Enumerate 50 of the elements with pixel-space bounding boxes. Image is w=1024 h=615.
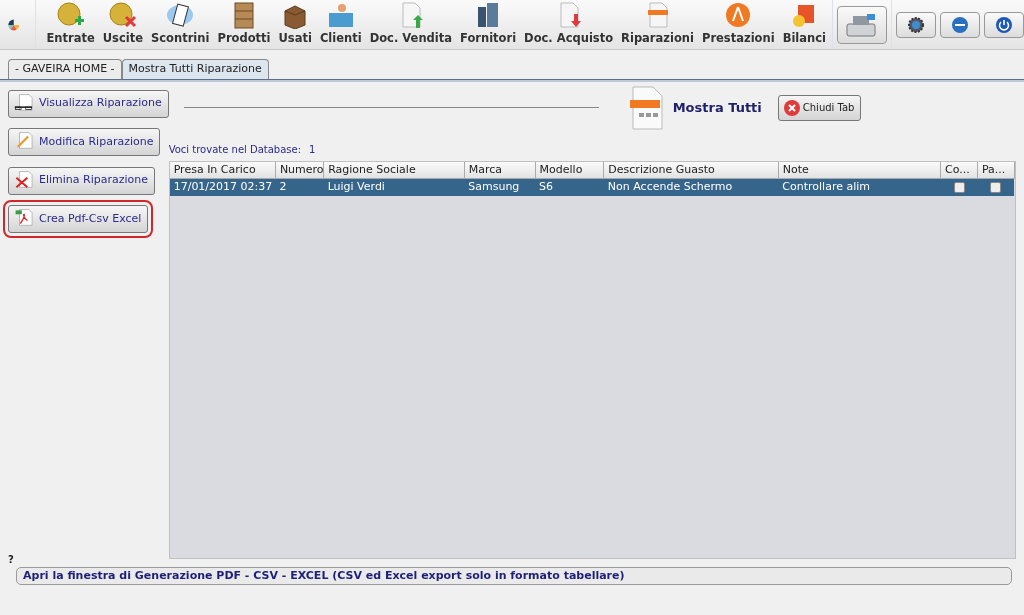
count-label: Voci trovate nel Database: bbox=[168, 142, 302, 157]
toolbar-button[interactable]: Clienti bbox=[317, 0, 364, 45]
toolbar-button[interactable]: Prestazioni bbox=[699, 0, 777, 45]
column-header[interactable]: Marca bbox=[464, 161, 536, 179]
section-title: Mostra Tutti bbox=[672, 98, 762, 117]
column-header[interactable]: Presa In Carico bbox=[169, 161, 276, 179]
toolbar-button[interactable]: Doc. Vendita bbox=[367, 0, 454, 45]
toolbar-button[interactable]: Fornitori bbox=[458, 0, 519, 45]
action-button[interactable]: Visualizza Riparazione bbox=[8, 89, 169, 118]
column-header[interactable]: Descrizione Guasto bbox=[603, 161, 779, 179]
coin-cross-icon bbox=[108, 1, 137, 30]
cash-register-button[interactable] bbox=[837, 5, 887, 44]
settings-button[interactable] bbox=[896, 11, 936, 38]
checkbox[interactable] bbox=[990, 181, 1002, 193]
count-value: 1 bbox=[309, 142, 316, 157]
toolbar-button[interactable]: Prodotti bbox=[215, 0, 273, 45]
action-button[interactable]: Modifica Riparazione bbox=[8, 128, 161, 156]
tab[interactable]: - GAVEIRA HOME - bbox=[8, 59, 122, 79]
column-header[interactable]: Co... bbox=[940, 161, 978, 179]
receipt-icon bbox=[166, 1, 195, 30]
cash-register-icon bbox=[845, 11, 879, 38]
toolbar-button[interactable]: Uscite bbox=[100, 0, 145, 45]
close-tab-button[interactable]: Chiudi Tab bbox=[777, 94, 862, 121]
status-message: Apri la finestra di Generazione PDF - CSV - EXCEL (CSV ed Excel export solo in formato tabellare) bbox=[16, 566, 1012, 585]
compass-icon bbox=[724, 1, 753, 30]
power-button[interactable] bbox=[984, 11, 1024, 38]
column-header[interactable]: Note bbox=[778, 161, 941, 179]
close-icon bbox=[782, 98, 801, 117]
toolbar-button[interactable]: Bilanci bbox=[780, 0, 828, 45]
table-row[interactable]: 17/01/2017 02:37 2 Luigi Verdi Samsung S6 Non Accende Schermo Controllare alim bbox=[169, 178, 1015, 196]
minus-circle-icon bbox=[951, 15, 969, 34]
technical-document-icon bbox=[628, 85, 665, 130]
column-header[interactable]: Modello bbox=[535, 161, 604, 179]
toolbar-button[interactable]: Doc. Acquisto bbox=[522, 0, 616, 45]
action-button[interactable]: Elimina Riparazione bbox=[8, 166, 156, 195]
help-mark: ? bbox=[7, 552, 15, 567]
column-header[interactable]: Ragione Sociale bbox=[323, 161, 465, 179]
settings-icon bbox=[907, 15, 925, 34]
minimize-button[interactable] bbox=[940, 11, 980, 38]
checkbox[interactable] bbox=[953, 181, 965, 193]
action-button[interactable]: Crea Pdf-Csv Excel bbox=[8, 205, 149, 233]
toolbar-button[interactable]: Usati bbox=[276, 0, 314, 45]
column-header[interactable]: Pa... bbox=[977, 161, 1015, 179]
column-header[interactable]: Numero bbox=[275, 161, 324, 179]
toolbar-button[interactable]: Entrate bbox=[44, 0, 97, 45]
tab[interactable]: Mostra Tutti Riparazione bbox=[121, 59, 269, 79]
folder-person-icon bbox=[326, 1, 355, 30]
toolbar-button[interactable]: Scontrini bbox=[149, 0, 212, 45]
power-icon bbox=[995, 15, 1013, 34]
toolbar-button[interactable]: Riparazioni bbox=[619, 0, 696, 45]
